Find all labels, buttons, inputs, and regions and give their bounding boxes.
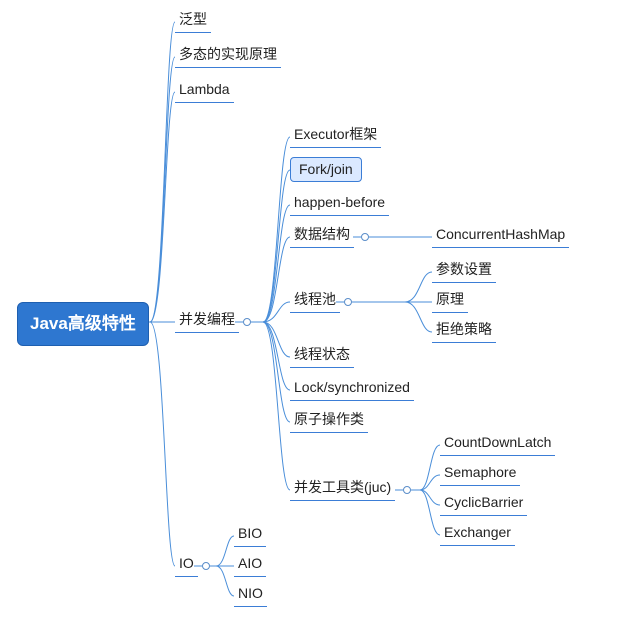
- expand-toggle-threadpool[interactable]: [344, 298, 352, 306]
- node-label: ConcurrentHashMap: [432, 223, 569, 248]
- node-label: CyclicBarrier: [440, 491, 527, 516]
- node-label: Exchanger: [440, 521, 515, 546]
- node-label: 数据结构: [290, 223, 354, 248]
- node-semaphore[interactable]: Semaphore: [440, 461, 520, 486]
- node-label: Lock/synchronized: [290, 376, 414, 401]
- node-label: Fork/join: [290, 157, 362, 182]
- node-aio[interactable]: AIO: [234, 552, 266, 577]
- mindmap-canvas: { "root": { "label": "Java高级特性" }, "leve…: [0, 0, 640, 632]
- node-label: IO: [175, 552, 198, 577]
- expand-toggle-datastructure[interactable]: [361, 233, 369, 241]
- node-generics[interactable]: 泛型: [175, 8, 211, 33]
- node-label: 并发工具类(juc): [290, 476, 395, 501]
- root-label: Java高级特性: [17, 302, 149, 346]
- node-label: CountDownLatch: [440, 431, 555, 456]
- node-countdownlatch[interactable]: CountDownLatch: [440, 431, 555, 456]
- node-happenbefore[interactable]: happen-before: [290, 191, 389, 216]
- node-label: 线程状态: [290, 343, 354, 368]
- node-label: 原理: [432, 288, 468, 313]
- node-lock[interactable]: Lock/synchronized: [290, 376, 414, 401]
- node-concurrency[interactable]: 并发编程: [175, 308, 239, 333]
- node-label: 原子操作类: [290, 408, 368, 433]
- node-label: NIO: [234, 582, 267, 607]
- node-label: 泛型: [175, 8, 211, 33]
- node-cyclicbarrier[interactable]: CyclicBarrier: [440, 491, 527, 516]
- node-label: Lambda: [175, 78, 234, 103]
- node-label: 参数设置: [432, 258, 496, 283]
- node-label: 线程池: [290, 288, 340, 313]
- node-datastructure[interactable]: 数据结构: [290, 223, 354, 248]
- expand-toggle-juc[interactable]: [403, 486, 411, 494]
- node-label: happen-before: [290, 191, 389, 216]
- node-concurrenthashmap[interactable]: ConcurrentHashMap: [432, 223, 569, 248]
- node-label: 拒绝策略: [432, 318, 496, 343]
- node-label: Executor框架: [290, 123, 381, 148]
- node-threadpool-reject[interactable]: 拒绝策略: [432, 318, 496, 343]
- node-threadpool-params[interactable]: 参数设置: [432, 258, 496, 283]
- node-threadpool-principle[interactable]: 原理: [432, 288, 468, 313]
- node-io[interactable]: IO: [175, 552, 198, 577]
- node-nio[interactable]: NIO: [234, 582, 267, 607]
- root-node[interactable]: Java高级特性: [17, 302, 149, 346]
- node-lambda[interactable]: Lambda: [175, 78, 234, 103]
- node-juc[interactable]: 并发工具类(juc): [290, 476, 395, 501]
- node-threadstate[interactable]: 线程状态: [290, 343, 354, 368]
- node-label: AIO: [234, 552, 266, 577]
- node-label: Semaphore: [440, 461, 520, 486]
- node-forkjoin[interactable]: Fork/join: [290, 157, 362, 182]
- node-exchanger[interactable]: Exchanger: [440, 521, 515, 546]
- node-threadpool[interactable]: 线程池: [290, 288, 340, 313]
- node-bio[interactable]: BIO: [234, 522, 266, 547]
- expand-toggle-concurrency[interactable]: [243, 318, 251, 326]
- node-label: 多态的实现原理: [175, 43, 281, 68]
- node-atomic[interactable]: 原子操作类: [290, 408, 368, 433]
- node-label: BIO: [234, 522, 266, 547]
- node-executor[interactable]: Executor框架: [290, 123, 381, 148]
- node-label: 并发编程: [175, 308, 239, 333]
- node-polymorphism[interactable]: 多态的实现原理: [175, 43, 281, 68]
- expand-toggle-io[interactable]: [202, 562, 210, 570]
